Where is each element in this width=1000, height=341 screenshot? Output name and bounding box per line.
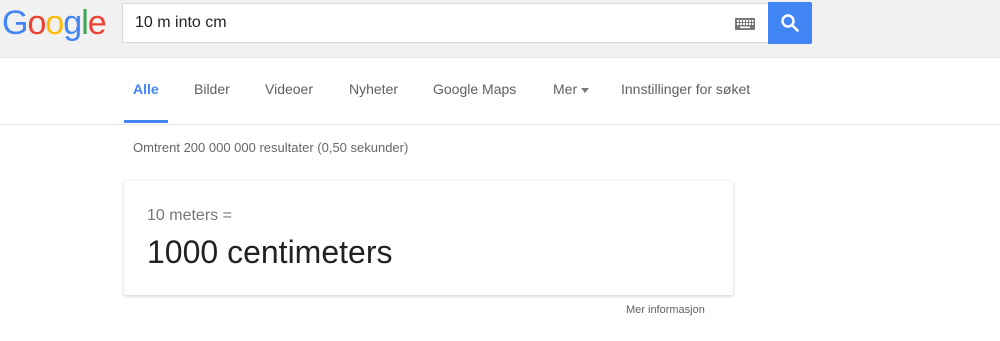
search-icon	[781, 14, 799, 32]
chevron-down-icon	[581, 87, 590, 93]
conversion-result: 1000 centimeters	[147, 234, 393, 270]
logo-letter: g	[63, 4, 82, 42]
header-bar: Google	[0, 0, 1000, 58]
tab-google-maps[interactable]: Google Maps	[433, 81, 516, 97]
logo-letter: e	[87, 4, 107, 42]
unit-conversion-card: 10 meters = 1000 centimeters	[124, 181, 733, 295]
google-logo[interactable]: Google	[2, 4, 107, 43]
result-stats: Omtrent 200 000 000 resultater (0,50 sek…	[133, 140, 409, 155]
tab-nyheter[interactable]: Nyheter	[349, 81, 398, 97]
keyboard-icon[interactable]	[735, 18, 755, 30]
tab-bilder[interactable]: Bilder	[194, 81, 230, 97]
search-button[interactable]	[768, 2, 812, 44]
more-info-link[interactable]: Mer informasjon	[626, 304, 705, 316]
tab-mer-label: Mer	[553, 81, 578, 97]
tab-videoer[interactable]: Videoer	[265, 81, 313, 97]
search-tabs: Alle Bilder Videoer Nyheter Google Maps …	[0, 58, 1000, 125]
tab-search-settings[interactable]: Innstillinger for søket	[621, 81, 750, 97]
logo-letter: o	[27, 4, 46, 42]
conversion-from: 10 meters =	[147, 207, 232, 224]
tab-alle[interactable]: Alle	[133, 81, 159, 97]
active-tab-indicator	[124, 120, 168, 123]
tab-mer[interactable]: Mer	[553, 81, 590, 97]
logo-letter: o	[45, 4, 64, 42]
logo-letter: G	[2, 4, 28, 42]
search-input[interactable]	[135, 11, 715, 35]
search-box	[122, 3, 768, 43]
